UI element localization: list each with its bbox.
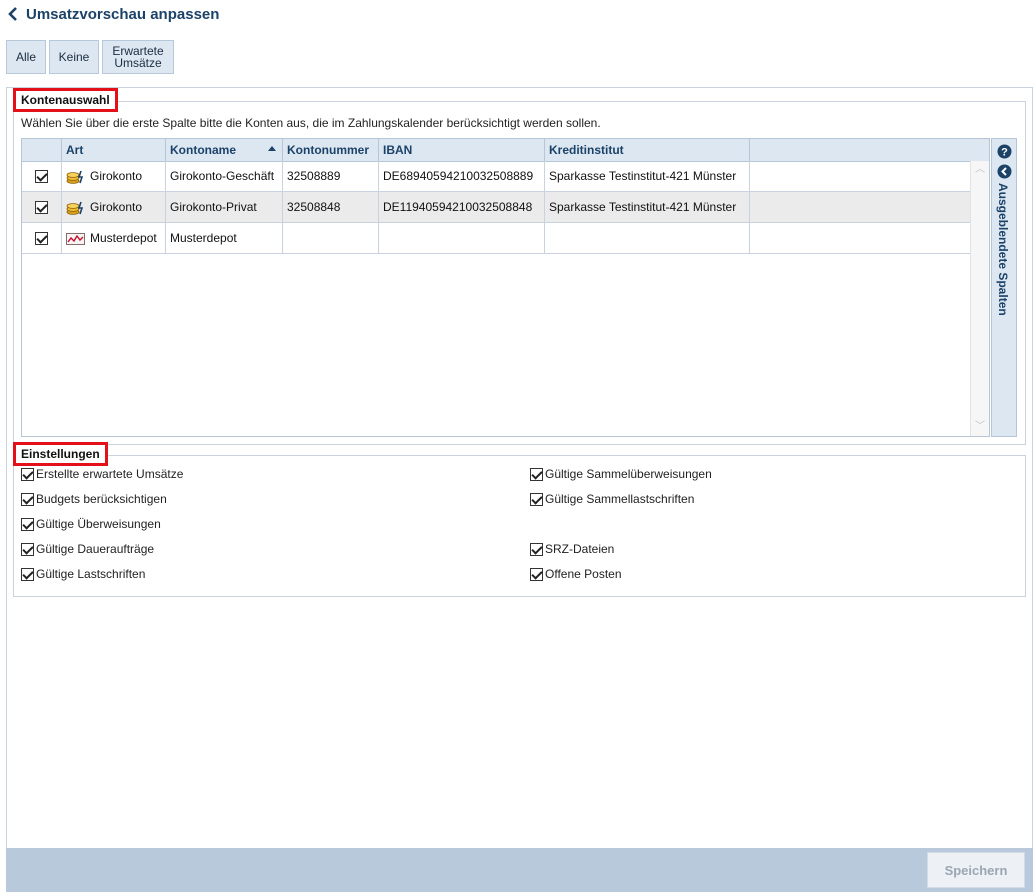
- settings-legend: Einstellungen: [13, 442, 108, 466]
- option-budgets[interactable]: Budgets berücksichtigen: [21, 492, 167, 506]
- table-row[interactable]: Girokonto Girokonto-Privat 32508848 DE11…: [22, 192, 970, 223]
- option-ueberweisungen[interactable]: Gültige Überweisungen: [21, 517, 161, 531]
- option-label: Offene Posten: [545, 567, 622, 581]
- option-checkbox[interactable]: [21, 467, 34, 481]
- coins-icon: [66, 201, 84, 215]
- row-checkbox[interactable]: [35, 201, 48, 215]
- row-checkbox[interactable]: [35, 170, 48, 184]
- iban-cell: [379, 223, 545, 253]
- option-label: Budgets berücksichtigen: [36, 492, 167, 506]
- expected-transactions-label-line2: Umsätze: [114, 56, 162, 70]
- kontonummer-cell: 32508889: [283, 161, 379, 191]
- scroll-down-icon[interactable]: ﹀: [975, 422, 985, 432]
- row-checkbox[interactable]: [35, 232, 48, 246]
- iban-cell: DE11940594210032508848: [379, 192, 545, 222]
- option-label: Gültige Überweisungen: [36, 517, 161, 531]
- option-sammellastschriften[interactable]: Gültige Sammellastschriften: [530, 492, 694, 506]
- hidden-columns-label[interactable]: Ausgeblendete Spalten: [996, 183, 1010, 316]
- option-label: Gültige Daueraufträge: [36, 542, 155, 556]
- filter-toolbar: Alle Keine Erwartete Umsätze: [6, 40, 174, 74]
- save-button[interactable]: Speichern: [927, 852, 1025, 888]
- account-selection-legend: Kontenauswahl: [13, 88, 118, 112]
- option-label: Gültige Sammellastschriften: [545, 492, 695, 506]
- option-checkbox[interactable]: [21, 542, 34, 556]
- option-label: SRZ-Dateien: [545, 542, 615, 556]
- option-label: Erstellte erwartete Umsätze: [36, 467, 184, 481]
- option-label: Gültige Lastschriften: [36, 567, 146, 581]
- option-checkbox[interactable]: [21, 517, 34, 531]
- column-header-kontonummer[interactable]: Kontonummer: [283, 139, 379, 161]
- kontoname-cell: Girokonto-Geschäft: [166, 161, 283, 191]
- option-checkbox[interactable]: [530, 542, 543, 556]
- select-all-button[interactable]: Alle: [6, 40, 46, 74]
- depot-chart-icon: [66, 232, 85, 245]
- help-icon[interactable]: ?: [997, 144, 1012, 159]
- sort-ascending-icon: [268, 146, 276, 151]
- kontonummer-cell: [283, 223, 379, 253]
- account-selection-hint: Wählen Sie über die erste Spalte bitte d…: [21, 116, 601, 130]
- art-cell: Girokonto: [62, 161, 166, 191]
- accounts-grid: Art Kontoname Kontonummer IBAN Kreditins…: [21, 138, 990, 437]
- row-select-cell[interactable]: [22, 192, 62, 222]
- chevron-left-icon[interactable]: [6, 5, 20, 23]
- option-erstellte-erwartete-umsaetze[interactable]: Erstellte erwartete Umsätze: [21, 467, 183, 481]
- option-lastschriften[interactable]: Gültige Lastschriften: [21, 567, 145, 581]
- hidden-columns-panel[interactable]: ? Ausgeblendete Spalten: [991, 138, 1017, 437]
- coins-icon: [66, 170, 84, 184]
- kreditinstitut-cell: Sparkasse Testinstitut-421 Münster: [545, 192, 750, 222]
- row-select-cell[interactable]: [22, 223, 62, 253]
- kontonummer-cell: 32508848: [283, 192, 379, 222]
- option-sammelueberweisungen[interactable]: Gültige Sammelüberweisungen: [530, 467, 712, 481]
- art-label: Girokonto: [90, 169, 143, 183]
- option-offene-posten[interactable]: Offene Posten: [530, 567, 622, 581]
- svg-text:?: ?: [1001, 147, 1008, 159]
- option-srz-dateien[interactable]: SRZ-Dateien: [530, 542, 614, 556]
- column-header-kreditinstitut[interactable]: Kreditinstitut: [545, 139, 750, 161]
- option-checkbox[interactable]: [21, 567, 34, 581]
- option-dauerauftraege[interactable]: Gültige Daueraufträge: [21, 542, 154, 556]
- kreditinstitut-cell: [545, 223, 750, 253]
- column-header-select[interactable]: [22, 139, 62, 161]
- page-header: Umsatzvorschau anpassen: [6, 4, 219, 24]
- kontoname-cell: Musterdepot: [166, 223, 283, 253]
- chevron-left-circle-icon[interactable]: [997, 164, 1012, 179]
- grid-vertical-scrollbar[interactable]: ︿ ﹀: [970, 161, 989, 436]
- option-checkbox[interactable]: [21, 492, 34, 506]
- art-label: Musterdepot: [90, 231, 157, 245]
- kontoname-cell: Girokonto-Privat: [166, 192, 283, 222]
- table-row[interactable]: Girokonto Girokonto-Geschäft 32508889 DE…: [22, 161, 970, 192]
- option-checkbox[interactable]: [530, 492, 543, 506]
- grid-header: Art Kontoname Kontonummer IBAN Kreditins…: [22, 139, 989, 162]
- column-header-art[interactable]: Art: [62, 139, 166, 161]
- table-row[interactable]: Musterdepot Musterdepot: [22, 223, 970, 254]
- art-label: Girokonto: [90, 200, 143, 214]
- kreditinstitut-cell: Sparkasse Testinstitut-421 Münster: [545, 161, 750, 191]
- art-cell: Girokonto: [62, 192, 166, 222]
- page-title: Umsatzvorschau anpassen: [26, 5, 220, 23]
- art-cell: Musterdepot: [62, 223, 166, 253]
- footer-bar: Speichern: [6, 848, 1033, 892]
- column-header-iban[interactable]: IBAN: [379, 139, 545, 161]
- select-none-button[interactable]: Keine: [49, 40, 99, 74]
- option-label: Gültige Sammelüberweisungen: [545, 467, 712, 481]
- expected-transactions-button[interactable]: Erwartete Umsätze: [102, 40, 174, 74]
- iban-cell: DE68940594210032508889: [379, 161, 545, 191]
- row-select-cell[interactable]: [22, 161, 62, 191]
- column-header-kontoname-label: Kontoname: [170, 143, 236, 157]
- option-checkbox[interactable]: [530, 467, 543, 481]
- option-checkbox[interactable]: [530, 567, 543, 581]
- column-header-kontoname[interactable]: Kontoname: [166, 139, 283, 161]
- scroll-up-icon[interactable]: ︿: [975, 165, 985, 175]
